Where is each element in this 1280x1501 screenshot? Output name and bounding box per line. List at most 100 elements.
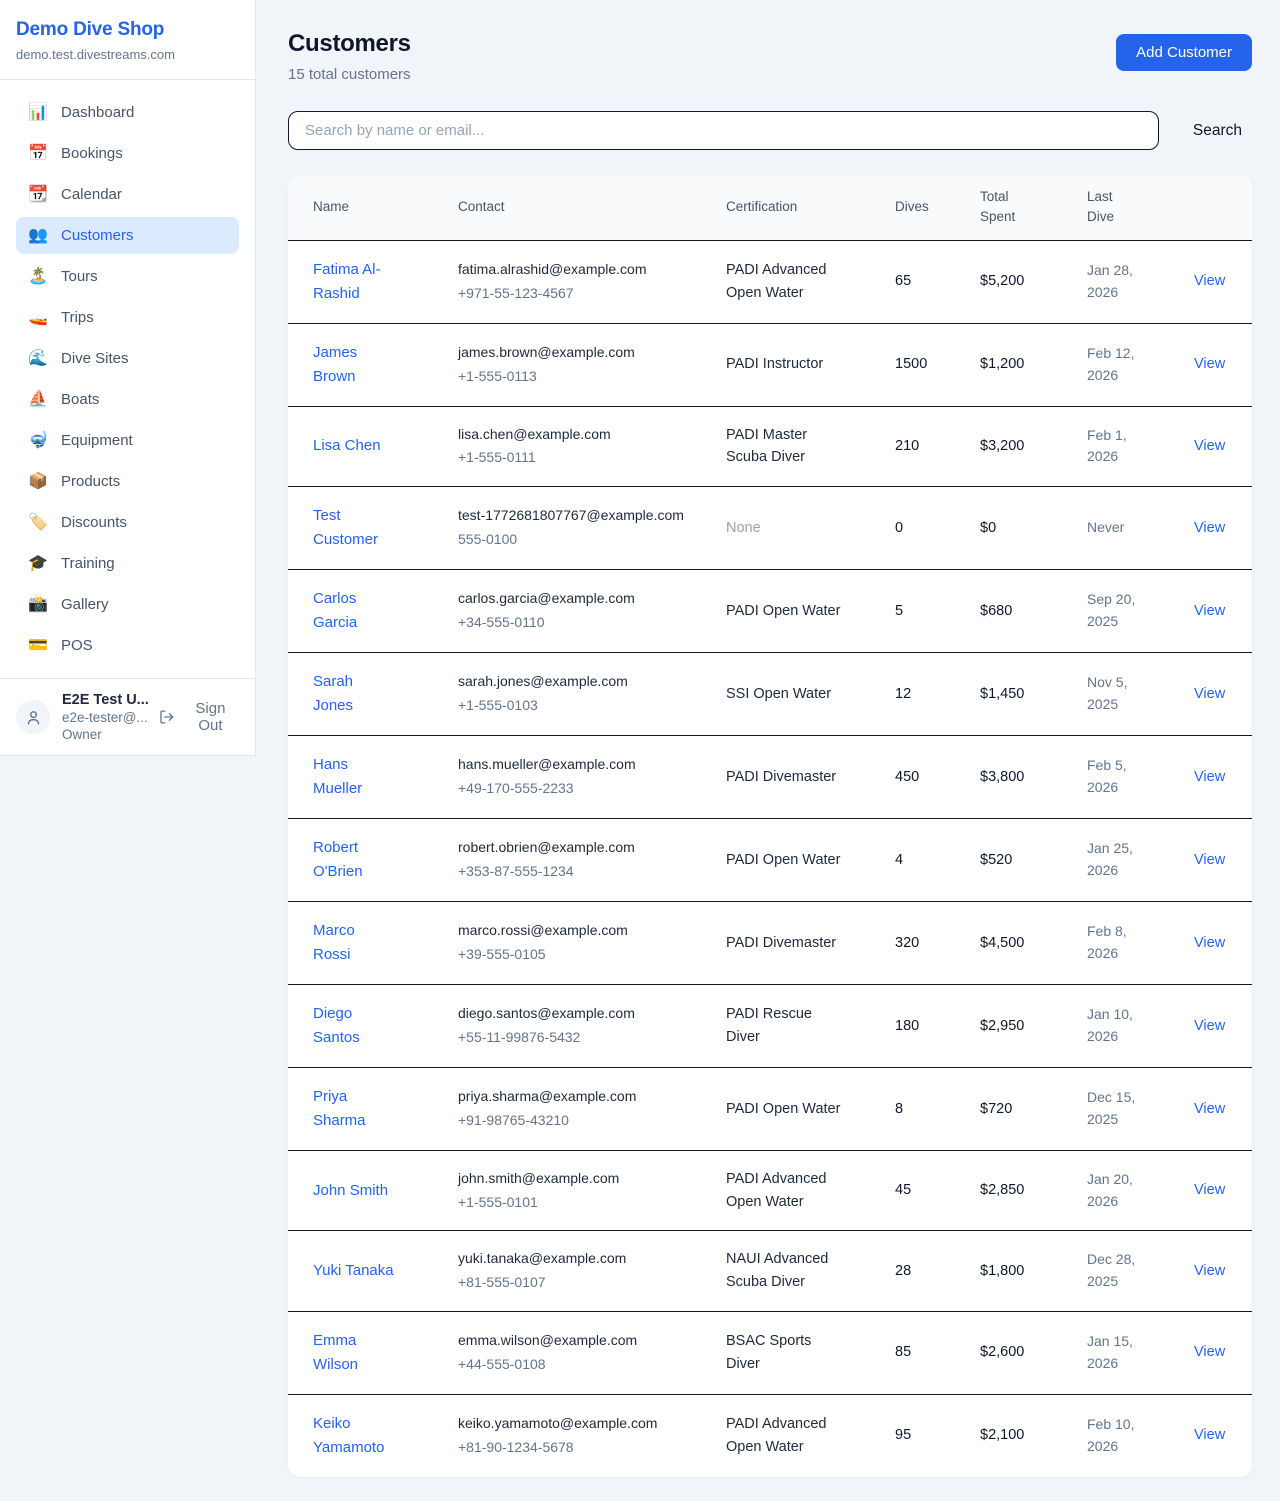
- view-customer-link[interactable]: View: [1194, 1427, 1225, 1443]
- customer-name-link[interactable]: Priya Sharma: [313, 1085, 395, 1133]
- customer-contact-cell: fatima.alrashid@example.com +971-55-123-…: [446, 240, 714, 323]
- customer-certification: PADI Rescue Diver: [726, 1003, 846, 1048]
- people-icon: 👥: [28, 228, 48, 244]
- customer-name-link[interactable]: Test Customer: [313, 504, 395, 552]
- shop-domain: demo.test.divestreams.com: [16, 47, 239, 62]
- nav-item-label: Calendar: [61, 186, 122, 203]
- customer-dives: 450: [883, 735, 968, 818]
- sidebar-item-dive-sites[interactable]: 🌊 Dive Sites: [16, 340, 239, 377]
- customer-name-link[interactable]: Keiko Yamamoto: [313, 1412, 395, 1460]
- table-row: Priya Sharma priya.sharma@example.com +9…: [288, 1067, 1252, 1150]
- view-customer-link[interactable]: View: [1194, 603, 1225, 619]
- view-customer-link[interactable]: View: [1194, 1018, 1225, 1034]
- sidebar-item-tours[interactable]: 🏝️ Tours: [16, 258, 239, 295]
- customer-certification: PADI Advanced Open Water: [726, 1168, 846, 1213]
- customer-last-dive: Dec 15, 2025: [1087, 1087, 1143, 1130]
- sidebar-item-trips[interactable]: 🚤 Trips: [16, 299, 239, 336]
- customer-certification: PADI Open Water: [726, 849, 840, 871]
- customer-certification-cell: PADI Advanced Open Water: [714, 1394, 883, 1477]
- sidebar-item-training[interactable]: 🎓 Training: [16, 545, 239, 582]
- customer-name-link[interactable]: Emma Wilson: [313, 1329, 395, 1377]
- customer-view-cell: View: [1182, 1067, 1252, 1150]
- customer-dives: 12: [883, 652, 968, 735]
- customer-contact-cell: test-1772681807767@example.com 555-0100: [446, 486, 714, 569]
- customer-name-link[interactable]: Robert O'Brien: [313, 836, 395, 884]
- sidebar-item-dashboard[interactable]: 📊 Dashboard: [16, 94, 239, 131]
- sidebar-item-pos[interactable]: 💳 POS: [16, 627, 239, 664]
- customer-view-cell: View: [1182, 240, 1252, 323]
- customer-name-link[interactable]: James Brown: [313, 341, 395, 389]
- camera-icon: 📸: [28, 597, 48, 613]
- customer-name-link[interactable]: Sarah Jones: [313, 670, 395, 718]
- sidebar-item-products[interactable]: 📦 Products: [16, 463, 239, 500]
- customer-name-link[interactable]: Carlos Garcia: [313, 587, 395, 635]
- page-subtitle: 15 total customers: [288, 66, 411, 83]
- customer-name-link[interactable]: Marco Rossi: [313, 919, 395, 967]
- search-button[interactable]: Search: [1183, 122, 1252, 140]
- view-customer-link[interactable]: View: [1194, 1101, 1225, 1117]
- view-customer-link[interactable]: View: [1194, 1182, 1225, 1198]
- sidebar-item-boats[interactable]: ⛵ Boats: [16, 381, 239, 418]
- view-customer-link[interactable]: View: [1194, 1263, 1225, 1279]
- customer-phone: +34-555-0110: [458, 612, 702, 634]
- view-customer-link[interactable]: View: [1194, 935, 1225, 951]
- customer-name-link[interactable]: Diego Santos: [313, 1002, 395, 1050]
- customer-name-cell: Sarah Jones: [288, 652, 446, 735]
- user-email: e2e-tester@...: [62, 710, 147, 725]
- sign-out-button[interactable]: Sign Out: [159, 700, 239, 734]
- sidebar-item-gallery[interactable]: 📸 Gallery: [16, 586, 239, 623]
- customer-certification-cell: PADI Divemaster: [714, 735, 883, 818]
- add-customer-button[interactable]: Add Customer: [1116, 34, 1252, 71]
- customer-dives: 65: [883, 240, 968, 323]
- sidebar-item-discounts[interactable]: 🏷️ Discounts: [16, 504, 239, 541]
- customer-certification: SSI Open Water: [726, 683, 831, 705]
- sidebar-item-equipment[interactable]: 🤿 Equipment: [16, 422, 239, 459]
- customer-certification-cell: NAUI Advanced Scuba Diver: [714, 1231, 883, 1311]
- view-customer-link[interactable]: View: [1194, 520, 1225, 536]
- sign-out-label: Sign Out: [182, 700, 239, 734]
- page-title: Customers: [288, 30, 411, 58]
- search-input[interactable]: [288, 111, 1159, 150]
- table-row: Robert O'Brien robert.obrien@example.com…: [288, 818, 1252, 901]
- customer-certification-cell: PADI Instructor: [714, 323, 883, 406]
- view-customer-link[interactable]: View: [1194, 273, 1225, 289]
- view-customer-link[interactable]: View: [1194, 852, 1225, 868]
- customer-name-link[interactable]: Hans Mueller: [313, 753, 395, 801]
- customer-last-dive: Feb 5, 2026: [1087, 755, 1143, 798]
- customer-name-link[interactable]: Fatima Al-Rashid: [313, 258, 395, 306]
- table-row: Sarah Jones sarah.jones@example.com +1-5…: [288, 652, 1252, 735]
- customer-certification-cell: PADI Open Water: [714, 569, 883, 652]
- customer-view-cell: View: [1182, 486, 1252, 569]
- customer-name-link[interactable]: Yuki Tanaka: [313, 1259, 394, 1283]
- view-customer-link[interactable]: View: [1194, 686, 1225, 702]
- sidebar-item-bookings[interactable]: 📅 Bookings: [16, 135, 239, 172]
- customer-certification-cell: PADI Open Water: [714, 818, 883, 901]
- view-customer-link[interactable]: View: [1194, 1344, 1225, 1360]
- customer-contact-cell: carlos.garcia@example.com +34-555-0110: [446, 569, 714, 652]
- view-customer-link[interactable]: View: [1194, 769, 1225, 785]
- customer-certification: NAUI Advanced Scuba Diver: [726, 1248, 846, 1293]
- customer-view-cell: View: [1182, 1394, 1252, 1477]
- view-customer-link[interactable]: View: [1194, 356, 1225, 372]
- sidebar-item-calendar[interactable]: 📆 Calendar: [16, 176, 239, 213]
- customer-last-dive: Never: [1087, 517, 1124, 539]
- customer-last-dive: Feb 8, 2026: [1087, 921, 1143, 964]
- sidebar-item-customers[interactable]: 👥 Customers: [16, 217, 239, 254]
- customer-email: priya.sharma@example.com: [458, 1086, 702, 1108]
- customer-contact-cell: sarah.jones@example.com +1-555-0103: [446, 652, 714, 735]
- customer-email: john.smith@example.com: [458, 1168, 702, 1190]
- customer-name-cell: Priya Sharma: [288, 1067, 446, 1150]
- table-row: Carlos Garcia carlos.garcia@example.com …: [288, 569, 1252, 652]
- customer-name-cell: Emma Wilson: [288, 1311, 446, 1394]
- customer-dives: 210: [883, 406, 968, 486]
- customer-last-dive-cell: Feb 5, 2026: [1075, 735, 1182, 818]
- column-header-actions: [1182, 175, 1252, 240]
- customer-total-spent: $520: [968, 818, 1075, 901]
- customer-phone: +1-555-0113: [458, 366, 702, 388]
- customer-name-link[interactable]: John Smith: [313, 1179, 388, 1203]
- nav-item-label: Trips: [61, 309, 94, 326]
- customer-name-link[interactable]: Lisa Chen: [313, 434, 381, 458]
- view-customer-link[interactable]: View: [1194, 438, 1225, 454]
- table-row: Lisa Chen lisa.chen@example.com +1-555-0…: [288, 406, 1252, 486]
- customer-view-cell: View: [1182, 984, 1252, 1067]
